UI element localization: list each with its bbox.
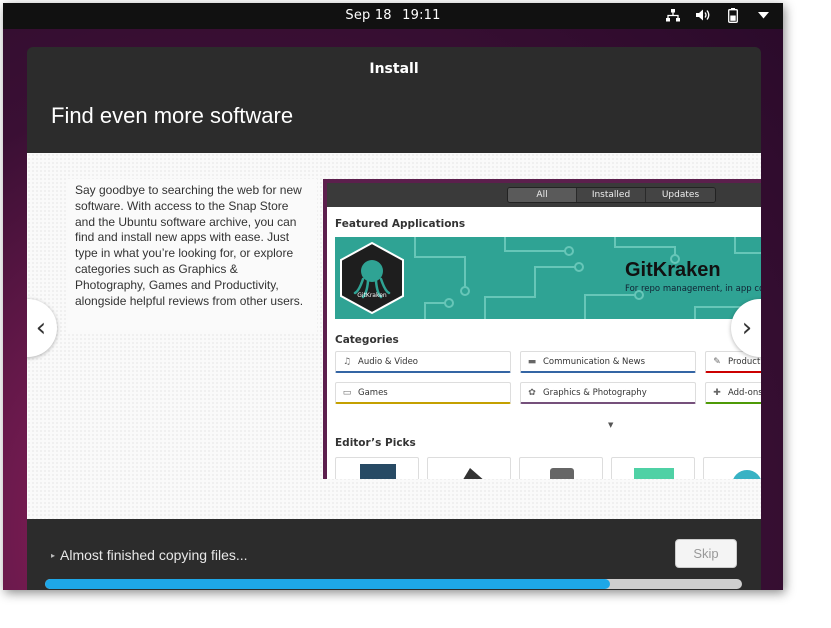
system-menu-icon[interactable] bbox=[755, 7, 771, 23]
category-label: Product bbox=[728, 356, 761, 367]
category-label: Add-ons bbox=[728, 387, 761, 398]
gamepad-icon: ▭ bbox=[342, 387, 352, 398]
editor-pick-card bbox=[519, 457, 603, 479]
tab-installed: Installed bbox=[577, 188, 646, 202]
chevron-right-icon: › bbox=[741, 313, 753, 343]
featured-app-subtitle: For repo management, in app code bbox=[625, 284, 761, 294]
time-label: 19:11 bbox=[402, 8, 441, 23]
category-add-ons: ✚ Add-ons bbox=[705, 382, 761, 404]
slide-heading: Find even more software bbox=[51, 103, 294, 128]
volume-icon[interactable] bbox=[695, 7, 711, 23]
editor-pick-card bbox=[611, 457, 695, 479]
progress-fill bbox=[45, 579, 610, 589]
date-label: Sep 18 bbox=[345, 8, 392, 23]
chat-icon: ▬ bbox=[527, 356, 537, 367]
badge-label: GitKraken bbox=[357, 292, 387, 299]
category-games: ▭ Games bbox=[335, 382, 511, 404]
expand-arrow-icon: ▼ bbox=[608, 421, 614, 429]
category-label: Communication & News bbox=[543, 356, 645, 367]
category-communication-news: ▬ Communication & News bbox=[520, 351, 696, 373]
system-tray[interactable] bbox=[665, 7, 771, 23]
desktop: Sep 18 19:11 Install Find even more soft… bbox=[3, 3, 783, 590]
description-box: Say goodbye to searching the web for new… bbox=[67, 179, 317, 333]
installer-footer: ▸ Almost finished copying files... Skip bbox=[27, 519, 761, 590]
expander-arrow-icon: ▸ bbox=[51, 550, 56, 560]
status-text: Almost finished copying files... bbox=[60, 547, 248, 563]
gitkraken-logo bbox=[340, 241, 404, 315]
category-label: Graphics & Photography bbox=[543, 387, 647, 398]
installer-window: Install Find even more software Say good… bbox=[27, 47, 761, 590]
tab-all: All bbox=[508, 188, 577, 202]
featured-title: Featured Applications bbox=[335, 218, 466, 230]
software-store-screenshot: All Installed Updates Featured Applicati… bbox=[323, 179, 761, 479]
status-expander[interactable]: ▸ Almost finished copying files... bbox=[51, 547, 248, 563]
top-bar: Sep 18 19:11 bbox=[3, 3, 783, 29]
network-icon[interactable] bbox=[665, 7, 681, 23]
categories-title: Categories bbox=[335, 334, 399, 346]
category-audio-video: ♫ Audio & Video bbox=[335, 351, 511, 373]
featured-app-name: GitKraken bbox=[625, 259, 721, 281]
store-header: All Installed Updates bbox=[327, 183, 761, 207]
category-graphics-photography: ✿ Graphics & Photography bbox=[520, 382, 696, 404]
editor-pick-card bbox=[427, 457, 511, 479]
category-label: Games bbox=[358, 387, 388, 398]
music-note-icon: ♫ bbox=[342, 356, 352, 367]
battery-icon[interactable] bbox=[725, 7, 741, 23]
featured-banner: GitKraken GitKraken For repo management,… bbox=[335, 237, 761, 319]
pencil-icon: ✎ bbox=[713, 356, 721, 367]
palette-icon: ✿ bbox=[528, 387, 536, 398]
editors-picks-title: Editor’s Picks bbox=[335, 437, 416, 449]
slideshow: Say goodbye to searching the web for new… bbox=[27, 153, 761, 519]
install-progress-bar bbox=[45, 579, 742, 589]
editor-pick-card bbox=[335, 457, 419, 479]
editor-pick-card bbox=[703, 457, 761, 479]
puzzle-icon: ✚ bbox=[713, 387, 721, 398]
skip-button[interactable]: Skip bbox=[675, 539, 737, 568]
category-label: Audio & Video bbox=[358, 356, 419, 367]
tab-updates: Updates bbox=[646, 188, 715, 202]
chevron-left-icon: ‹ bbox=[35, 313, 47, 343]
previous-slide-button[interactable]: ‹ bbox=[27, 299, 57, 357]
store-tabs: All Installed Updates bbox=[507, 187, 716, 203]
window-title: Install bbox=[369, 61, 419, 77]
slide-description: Say goodbye to searching the web for new… bbox=[75, 183, 304, 308]
